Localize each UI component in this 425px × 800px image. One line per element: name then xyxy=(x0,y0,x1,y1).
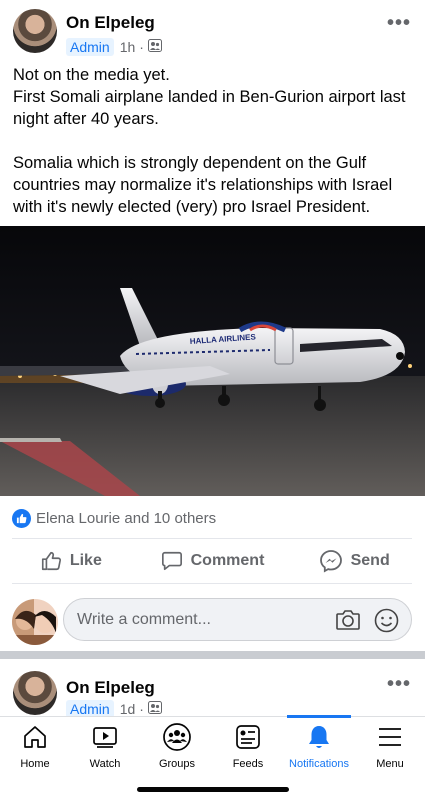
reactions-text: Elena Lourie and 10 others xyxy=(36,509,217,527)
reactions-summary[interactable]: Elena Lourie and 10 others xyxy=(12,507,216,529)
tab-groups[interactable]: Groups xyxy=(142,717,212,777)
groups-icon xyxy=(162,722,192,752)
post-time[interactable]: 1h xyxy=(120,39,136,55)
divider xyxy=(12,583,412,584)
tab-label: Notifications xyxy=(289,758,349,770)
comment-input[interactable]: Write a comment... xyxy=(63,598,412,641)
admin-badge: Admin xyxy=(66,37,114,56)
more-options-icon[interactable]: ••• xyxy=(387,12,411,35)
author-name[interactable]: On Elpeleg xyxy=(66,13,155,33)
camera-icon[interactable] xyxy=(335,608,361,637)
tab-label: Menu xyxy=(376,758,404,770)
hamburger-icon xyxy=(377,722,403,752)
author-name[interactable]: On Elpeleg xyxy=(66,678,155,698)
messenger-icon xyxy=(319,550,342,573)
more-options-icon[interactable]: ••• xyxy=(387,673,411,696)
tab-menu[interactable]: Menu xyxy=(355,717,425,777)
send-label: Send xyxy=(350,552,390,569)
tab-feeds[interactable]: Feeds xyxy=(213,717,283,777)
audience-group-icon xyxy=(147,38,162,55)
like-reaction-icon xyxy=(12,508,31,528)
emoji-icon[interactable] xyxy=(374,608,399,638)
post-separator xyxy=(0,651,425,659)
audience-group-icon xyxy=(147,700,162,717)
post-time[interactable]: 1d xyxy=(120,701,136,717)
thumbs-up-icon xyxy=(41,551,61,571)
tab-label: Feeds xyxy=(232,758,264,770)
tab-label: Watch xyxy=(89,758,121,770)
comment-composer: Write a comment... xyxy=(0,592,425,648)
comment-button[interactable]: Comment xyxy=(142,540,284,582)
separator-dot: · xyxy=(139,700,144,717)
author-avatar[interactable] xyxy=(13,9,57,53)
home-indicator xyxy=(137,787,289,792)
send-button[interactable]: Send xyxy=(283,540,425,582)
comment-label: Comment xyxy=(190,552,265,569)
feeds-icon xyxy=(234,722,262,752)
current-user-avatar[interactable] xyxy=(12,599,58,645)
bell-icon xyxy=(305,722,333,752)
comment-icon xyxy=(161,551,182,571)
feed-post: On Elpeleg Admin 1h · ••• Not on the med… xyxy=(0,0,425,651)
divider xyxy=(12,538,412,539)
tab-home[interactable]: Home xyxy=(0,717,70,777)
comment-placeholder: Write a comment... xyxy=(77,611,211,628)
post-actions: Like Comment Send xyxy=(0,540,425,582)
post-meta: Admin 1h · xyxy=(66,37,162,56)
post-text: Not on the media yet. First Somali airpl… xyxy=(13,66,406,216)
like-label: Like xyxy=(69,552,102,569)
tab-label: Groups xyxy=(158,758,196,770)
home-icon xyxy=(21,722,49,752)
airplane-photo: HALLA AIRLINES xyxy=(0,226,425,496)
feed-post: On Elpeleg Admin 1d · ••• xyxy=(0,659,425,719)
tab-watch[interactable]: Watch xyxy=(70,717,140,777)
post-photo[interactable]: HALLA AIRLINES xyxy=(0,226,425,496)
bottom-tab-bar: Home Watch Groups Feeds Notifications Me… xyxy=(0,715,425,800)
like-button[interactable]: Like xyxy=(0,540,142,582)
video-icon xyxy=(91,722,119,752)
post-header: On Elpeleg Admin 1d · ••• xyxy=(0,659,425,721)
author-avatar[interactable] xyxy=(13,671,57,715)
tab-notifications[interactable]: Notifications xyxy=(284,717,354,777)
tab-label: Home xyxy=(20,758,50,770)
admin-badge: Admin xyxy=(66,699,114,718)
separator-dot: · xyxy=(139,38,144,55)
post-header: On Elpeleg Admin 1h · ••• xyxy=(0,0,425,62)
